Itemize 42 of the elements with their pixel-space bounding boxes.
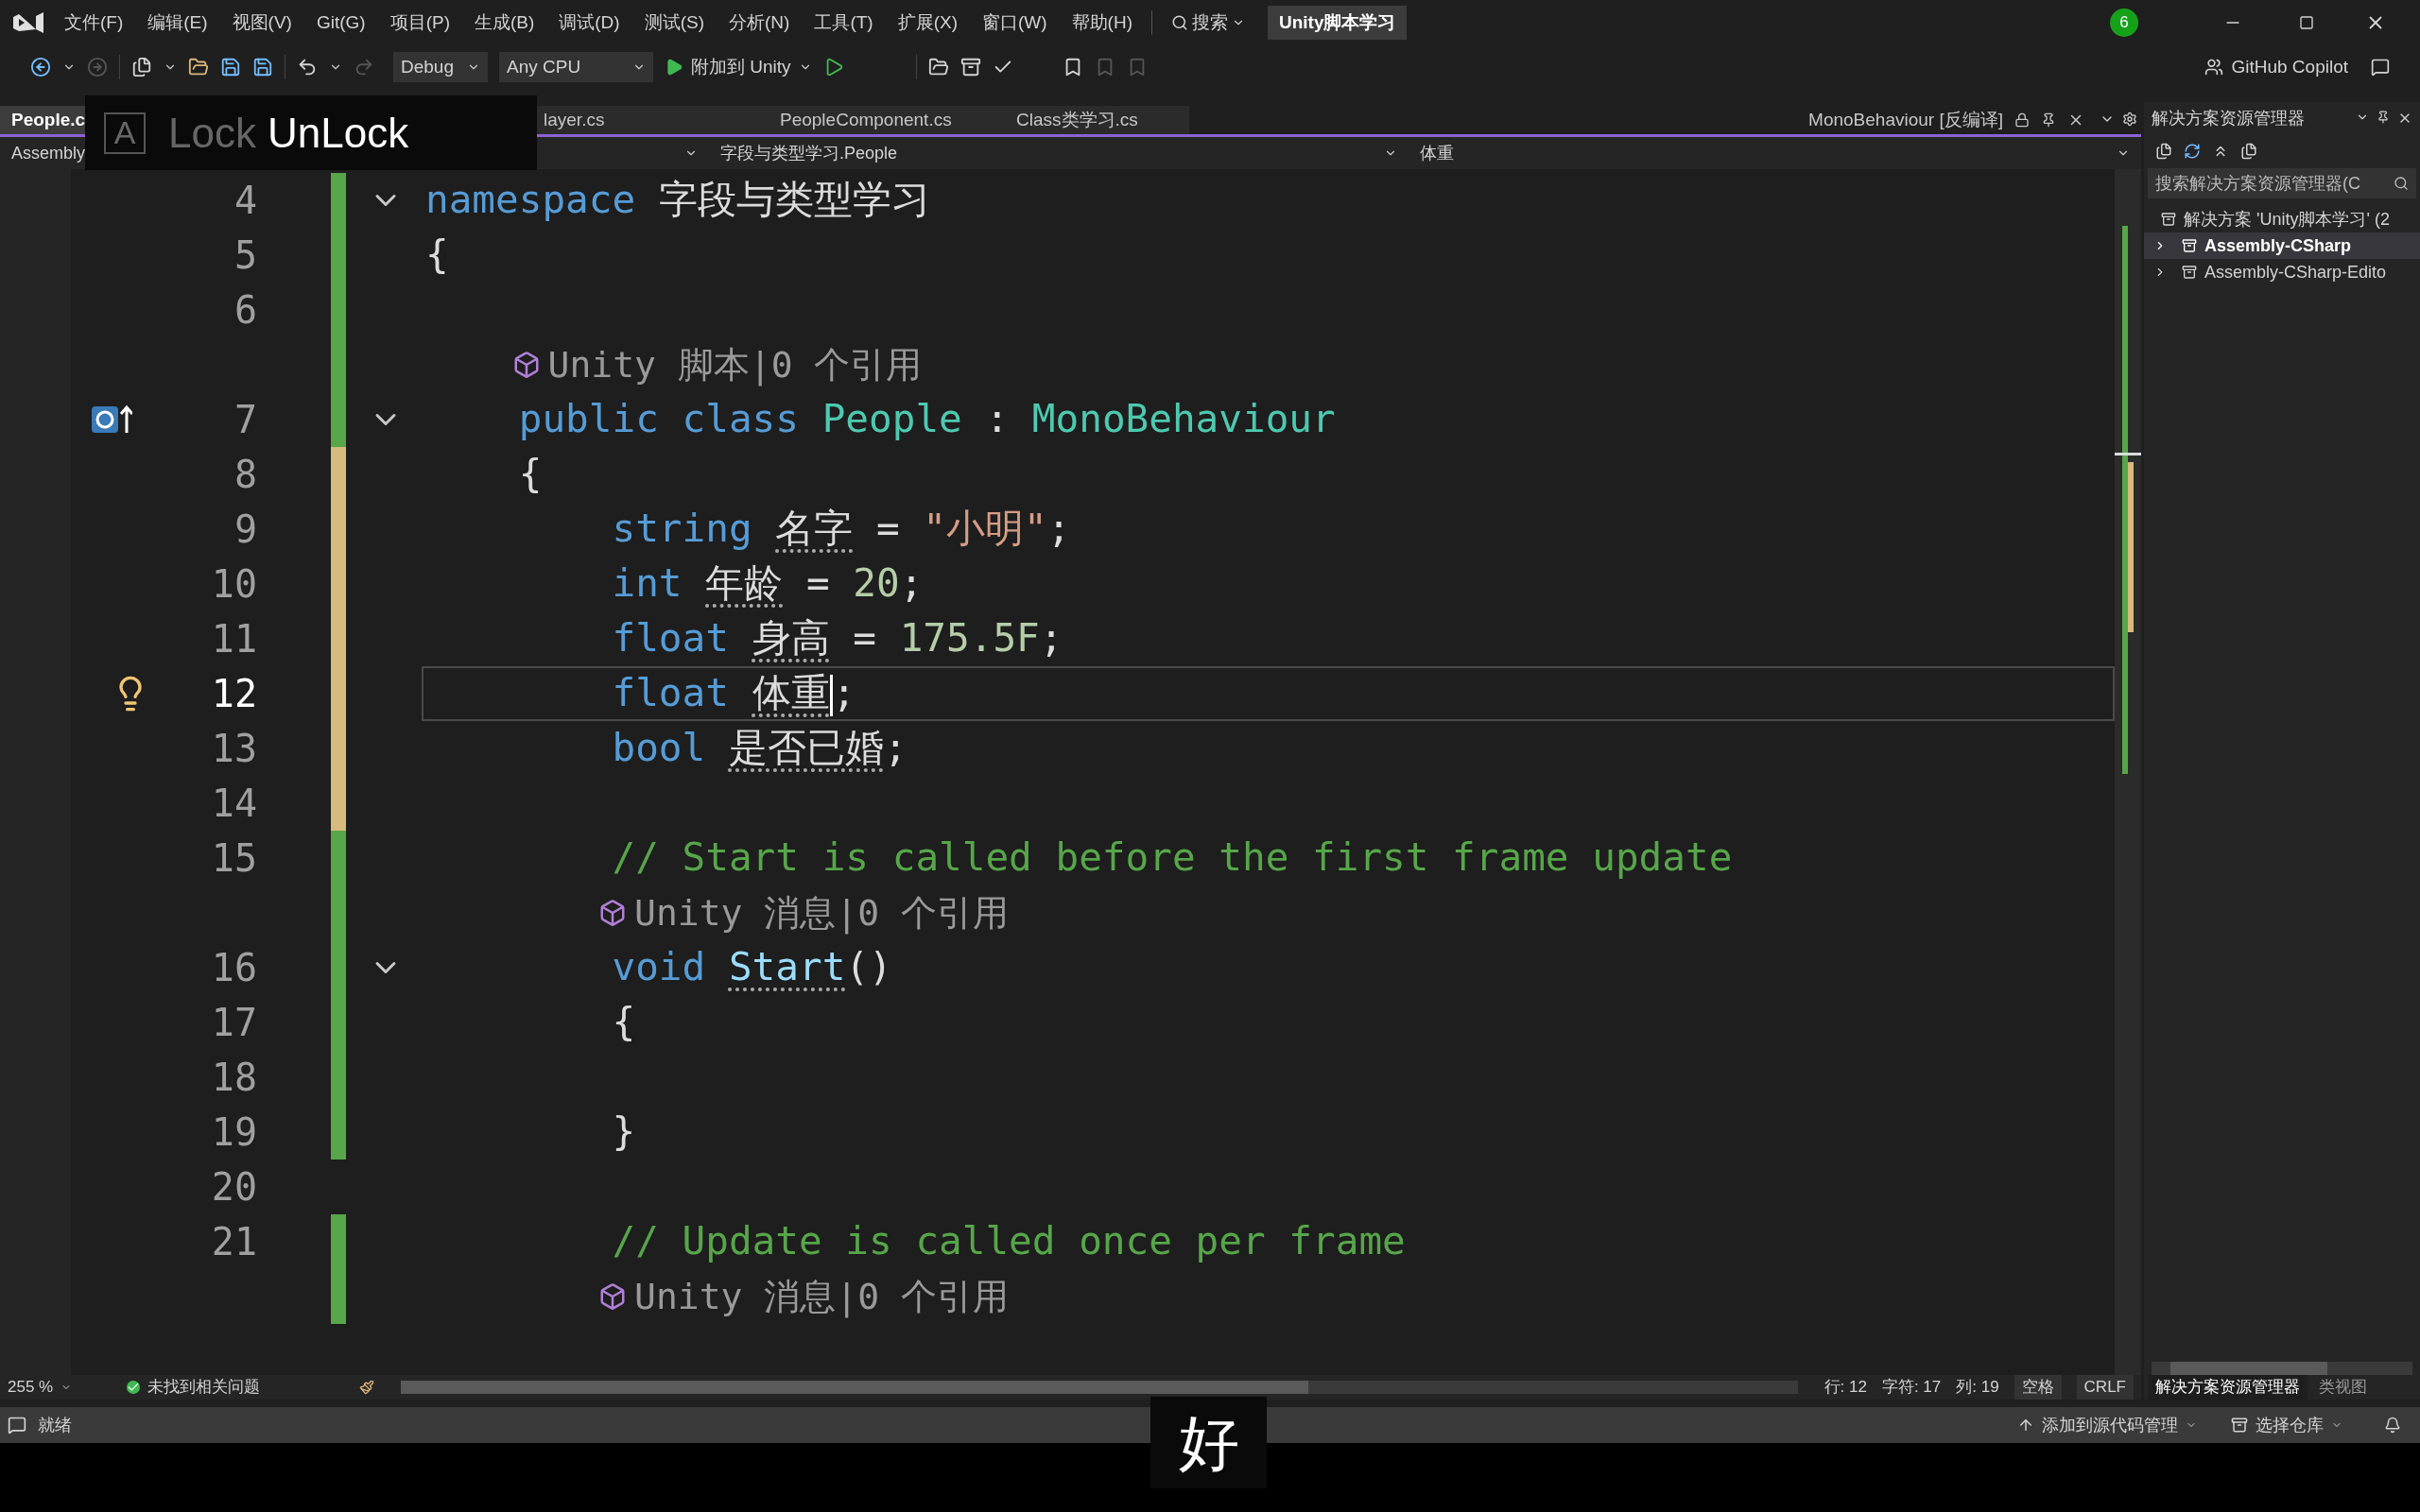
- line-number: 4: [233, 178, 257, 224]
- code-line: }: [611, 1108, 636, 1157]
- line-number: 7: [233, 397, 257, 443]
- code-line: public class People : MonoBehaviour: [517, 395, 1336, 444]
- line-number: 16: [210, 945, 257, 991]
- line-number: 9: [233, 507, 257, 553]
- line-number: 11: [210, 616, 257, 662]
- line-number: 14: [210, 781, 257, 827]
- line-number: 19: [210, 1109, 257, 1156]
- code-line: namespace 字段与类型学习: [425, 176, 930, 225]
- code-line: void Start(): [611, 943, 892, 992]
- code-line: // Update is called once per frame: [611, 1217, 1406, 1266]
- line-number: 18: [210, 1055, 257, 1101]
- code-line: float 体重;: [611, 669, 856, 719]
- code-line: string 名字 = "小明";: [611, 505, 1071, 554]
- code-line: {: [517, 450, 543, 499]
- key-glyph: A: [104, 112, 146, 154]
- subtitle: 好: [1150, 1397, 1267, 1488]
- key-label: Lock: [168, 108, 256, 158]
- status-text: 就绪: [38, 1414, 72, 1436]
- line-number: 17: [210, 1000, 257, 1046]
- line-number: 15: [210, 835, 257, 882]
- character-indicator: 字符: 17: [1881, 1377, 1942, 1399]
- code-line: {: [425, 231, 449, 280]
- code-line: // Start is called before the first frame update: [611, 833, 1733, 883]
- line-number: 8: [233, 452, 257, 498]
- line-number: 5: [233, 232, 257, 279]
- panel-title: 解决方案资源管理器: [2152, 107, 2305, 129]
- line-number: 13: [210, 726, 257, 772]
- code-line: int 年龄 = 20;: [611, 559, 924, 609]
- code-line: bool 是否已婚;: [611, 724, 908, 773]
- code-line: {: [611, 998, 636, 1047]
- solution-title: Unity脚本学习: [1268, 5, 1408, 41]
- column-indicator: 列: 19: [1956, 1377, 1999, 1399]
- line-number: 20: [210, 1164, 257, 1211]
- line-number: 12: [210, 671, 257, 717]
- line-indicator: 行: 12: [1824, 1377, 1867, 1399]
- line-number: 21: [210, 1219, 257, 1265]
- line-number: 6: [233, 287, 257, 334]
- key-label: UnLock: [267, 108, 409, 158]
- code-line: float 身高 = 175.5F;: [611, 614, 1063, 663]
- line-number: 10: [210, 561, 257, 608]
